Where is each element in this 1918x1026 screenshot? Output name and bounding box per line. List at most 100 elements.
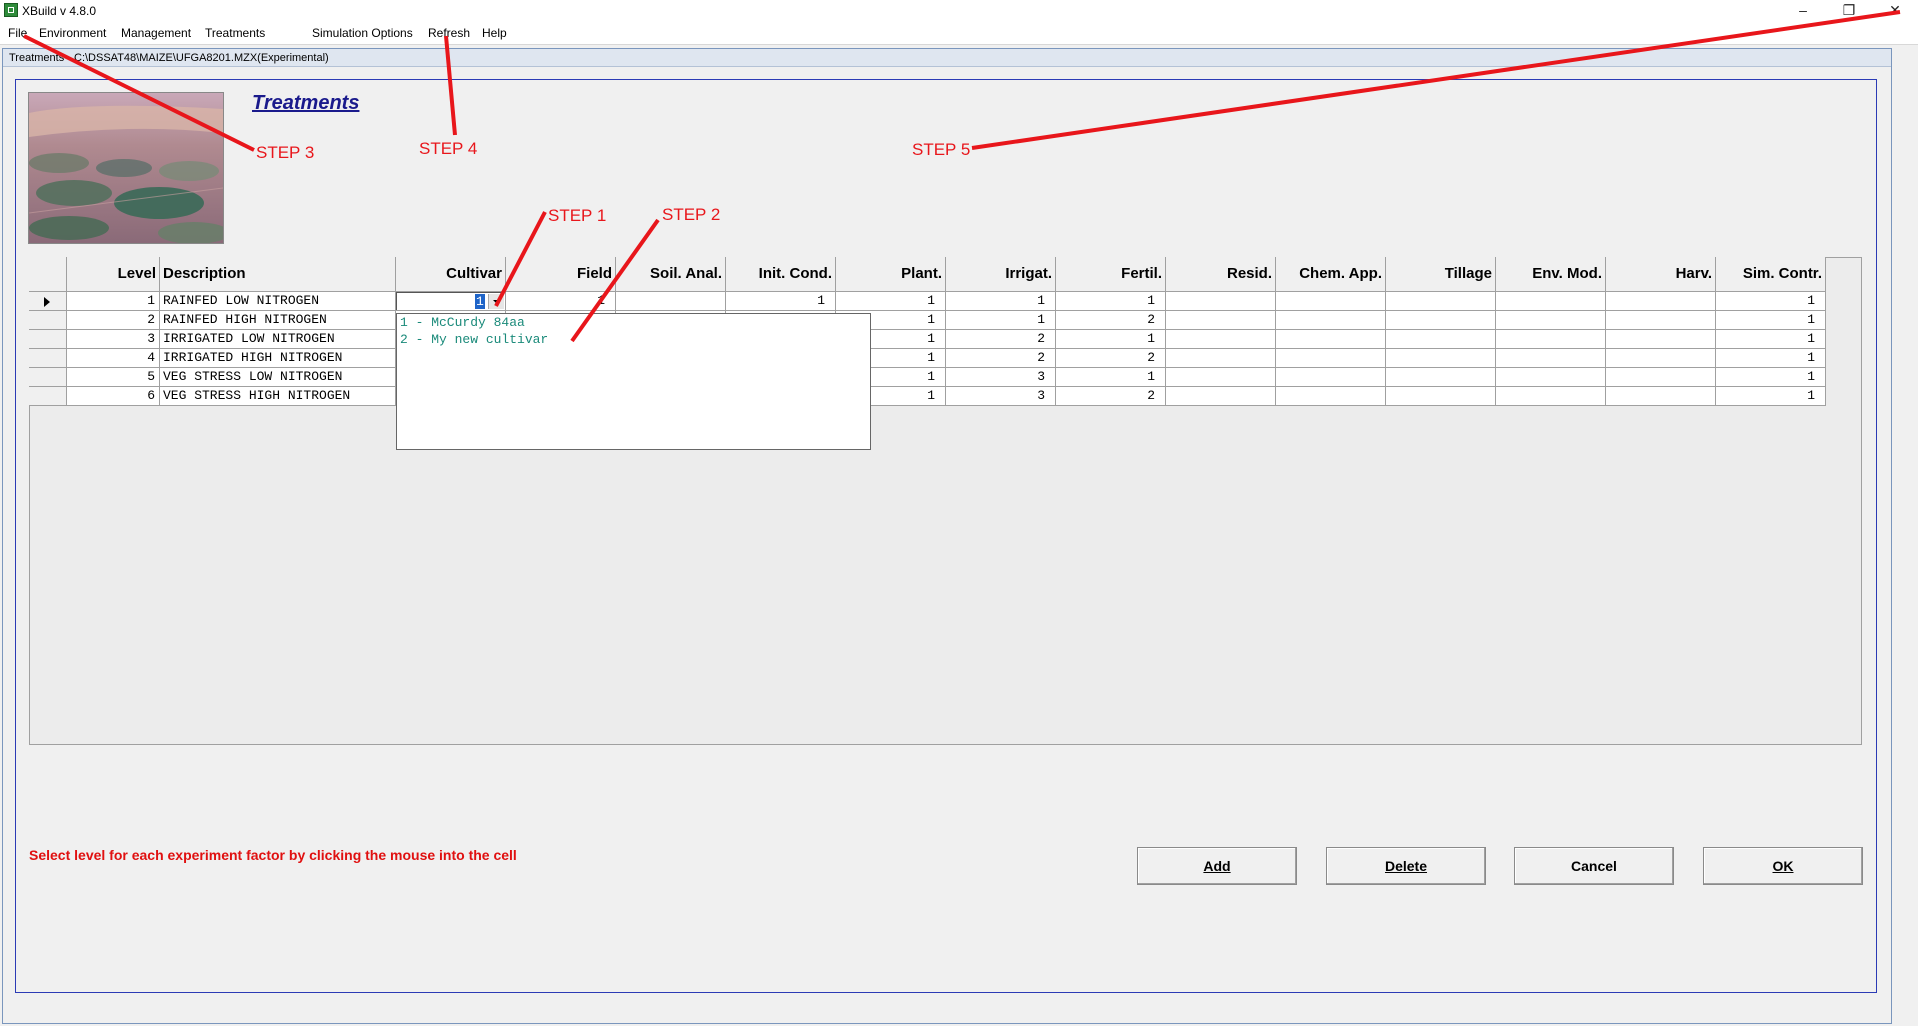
cell-env-mod[interactable] <box>1496 292 1606 311</box>
cell-harv[interactable] <box>1606 330 1716 349</box>
cell-description[interactable]: VEG STRESS LOW NITROGEN <box>160 368 396 387</box>
cell-soil-anal[interactable] <box>616 292 726 311</box>
menu-help[interactable]: Help <box>482 26 507 40</box>
cell-env-mod[interactable] <box>1496 349 1606 368</box>
cell-description[interactable]: IRRIGATED HIGH NITROGEN <box>160 349 396 368</box>
cell-fertil[interactable]: 1 <box>1056 330 1166 349</box>
row-header[interactable] <box>29 292 67 311</box>
cell-irrigat[interactable]: 1 <box>946 311 1056 330</box>
col-header-tillage[interactable]: Tillage <box>1386 257 1496 292</box>
col-header-sim-contr[interactable]: Sim. Contr. <box>1716 257 1826 292</box>
cell-level[interactable]: 4 <box>67 349 160 368</box>
cell-sim-contr[interactable]: 1 <box>1716 330 1826 349</box>
cell-harv[interactable] <box>1606 368 1716 387</box>
cultivar-combo[interactable]: 1 <box>396 292 505 310</box>
cell-fertil[interactable]: 2 <box>1056 387 1166 406</box>
cell-fertil[interactable]: 2 <box>1056 349 1166 368</box>
cultivar-option-2[interactable]: 2 - My new cultivar <box>400 332 548 347</box>
cell-level[interactable]: 6 <box>67 387 160 406</box>
cell-fertil[interactable]: 2 <box>1056 311 1166 330</box>
cell-chem-app[interactable] <box>1276 292 1386 311</box>
cell-chem-app[interactable] <box>1276 387 1386 406</box>
cultivar-option-1[interactable]: 1 - McCurdy 84aa <box>400 315 525 330</box>
cell-env-mod[interactable] <box>1496 311 1606 330</box>
cell-resid[interactable] <box>1166 311 1276 330</box>
cell-tillage[interactable] <box>1386 349 1496 368</box>
col-header-irrigat[interactable]: Irrigat. <box>946 257 1056 292</box>
cell-irrigat[interactable]: 3 <box>946 387 1056 406</box>
menu-environment[interactable]: Environment <box>39 26 106 40</box>
cell-harv[interactable] <box>1606 311 1716 330</box>
cell-tillage[interactable] <box>1386 292 1496 311</box>
col-header-chem-app[interactable]: Chem. App. <box>1276 257 1386 292</box>
cell-harv[interactable] <box>1606 292 1716 311</box>
restore-icon[interactable]: ❐ <box>1826 0 1872 22</box>
cell-chem-app[interactable] <box>1276 311 1386 330</box>
col-header-harv[interactable]: Harv. <box>1606 257 1716 292</box>
ok-button[interactable]: OK <box>1703 847 1863 885</box>
col-header-init-cond[interactable]: Init. Cond. <box>726 257 836 292</box>
cell-level[interactable]: 5 <box>67 368 160 387</box>
cell-description[interactable]: VEG STRESS HIGH NITROGEN <box>160 387 396 406</box>
close-icon[interactable]: ✕ <box>1872 0 1918 22</box>
cell-level[interactable]: 3 <box>67 330 160 349</box>
cell-env-mod[interactable] <box>1496 330 1606 349</box>
menu-treatments[interactable]: Treatments <box>205 26 265 40</box>
cell-fertil[interactable]: 1 <box>1056 292 1166 311</box>
row-header[interactable] <box>29 387 67 406</box>
cell-harv[interactable] <box>1606 387 1716 406</box>
cell-sim-contr[interactable]: 1 <box>1716 368 1826 387</box>
cell-chem-app[interactable] <box>1276 330 1386 349</box>
cell-chem-app[interactable] <box>1276 349 1386 368</box>
cell-resid[interactable] <box>1166 368 1276 387</box>
col-header-env-mod[interactable]: Env. Mod. <box>1496 257 1606 292</box>
cell-irrigat[interactable]: 2 <box>946 349 1056 368</box>
col-header-description[interactable]: Description <box>160 257 396 292</box>
cell-env-mod[interactable] <box>1496 368 1606 387</box>
col-header-resid[interactable]: Resid. <box>1166 257 1276 292</box>
cell-tillage[interactable] <box>1386 387 1496 406</box>
cell-level[interactable]: 2 <box>67 311 160 330</box>
cell-plant[interactable]: 1 <box>836 292 946 311</box>
cell-sim-contr[interactable]: 1 <box>1716 387 1826 406</box>
cell-sim-contr[interactable]: 1 <box>1716 311 1826 330</box>
cell-chem-app[interactable] <box>1276 368 1386 387</box>
add-button[interactable]: Add <box>1137 847 1297 885</box>
cell-sim-contr[interactable]: 1 <box>1716 349 1826 368</box>
col-header-fertil[interactable]: Fertil. <box>1056 257 1166 292</box>
menu-simulation-options[interactable]: Simulation Options <box>312 26 413 40</box>
row-header[interactable] <box>29 349 67 368</box>
row-header[interactable] <box>29 368 67 387</box>
dropdown-arrow-icon[interactable] <box>488 294 504 309</box>
col-header-field[interactable]: Field <box>506 257 616 292</box>
menu-management[interactable]: Management <box>121 26 191 40</box>
cell-field[interactable]: 1 <box>506 292 616 311</box>
cell-resid[interactable] <box>1166 330 1276 349</box>
cell-irrigat[interactable]: 3 <box>946 368 1056 387</box>
cell-resid[interactable] <box>1166 292 1276 311</box>
cell-init-cond[interactable]: 1 <box>726 292 836 311</box>
cell-cultivar[interactable]: 1 <box>396 292 506 311</box>
cell-tillage[interactable] <box>1386 330 1496 349</box>
cancel-button[interactable]: Cancel <box>1514 847 1674 885</box>
minimize-icon[interactable]: – <box>1780 0 1826 22</box>
cell-level[interactable]: 1 <box>67 292 160 311</box>
menu-file[interactable]: File <box>8 26 27 40</box>
row-header[interactable] <box>29 311 67 330</box>
cell-description[interactable]: RAINFED LOW NITROGEN <box>160 292 396 311</box>
col-header-plant[interactable]: Plant. <box>836 257 946 292</box>
cell-description[interactable]: RAINFED HIGH NITROGEN <box>160 311 396 330</box>
cell-fertil[interactable]: 1 <box>1056 368 1166 387</box>
row-header[interactable] <box>29 330 67 349</box>
cell-irrigat[interactable]: 1 <box>946 292 1056 311</box>
cell-irrigat[interactable]: 2 <box>946 330 1056 349</box>
cultivar-combo-value[interactable]: 1 <box>475 294 485 309</box>
cell-tillage[interactable] <box>1386 311 1496 330</box>
col-header-cultivar[interactable]: Cultivar <box>396 257 506 292</box>
cell-resid[interactable] <box>1166 349 1276 368</box>
cell-description[interactable]: IRRIGATED LOW NITROGEN <box>160 330 396 349</box>
cell-sim-contr[interactable]: 1 <box>1716 292 1826 311</box>
col-header-soil-anal[interactable]: Soil. Anal. <box>616 257 726 292</box>
cell-harv[interactable] <box>1606 349 1716 368</box>
col-header-level[interactable]: Level <box>67 257 160 292</box>
